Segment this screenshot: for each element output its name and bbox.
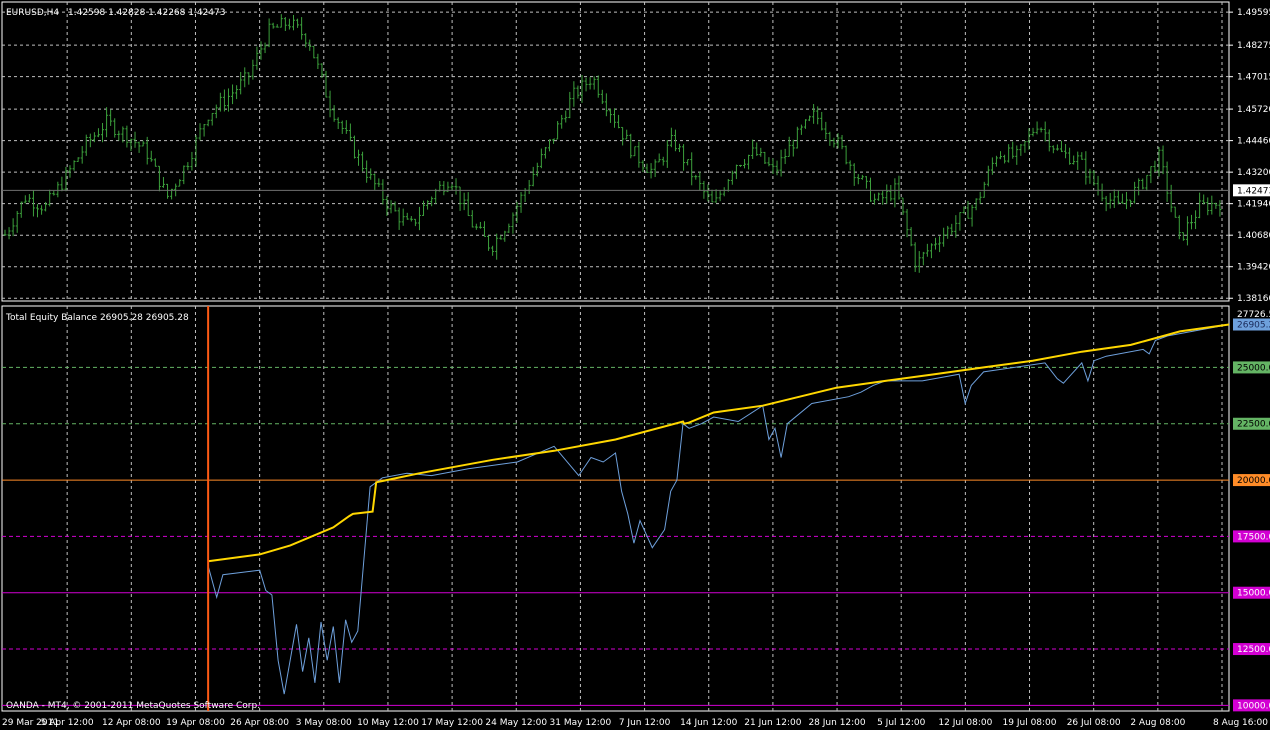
time-tick-label: 26 Apr 08:00 — [230, 718, 289, 728]
price-tick-label: 1.43200 — [1237, 168, 1270, 178]
time-tick-label: 12 Apr 08:00 — [102, 718, 161, 728]
price-tick-label: 1.39420 — [1237, 263, 1270, 273]
time-tick-label: 31 May 12:00 — [550, 718, 612, 728]
price-tick-label: 1.47015 — [1237, 73, 1270, 83]
price-tick-label: 1.44460 — [1237, 137, 1270, 147]
time-tick-label: 8 Aug 16:00 — [1213, 718, 1268, 728]
price-tick-label: 1.40680 — [1237, 231, 1270, 241]
current-price-label: 1.42473 — [1237, 186, 1270, 196]
time-tick-label: 12 Jul 08:00 — [938, 718, 992, 728]
time-tick-label: 21 Jun 12:00 — [744, 718, 801, 728]
indicator-tick-label: 25000.0 — [1237, 363, 1270, 373]
time-tick-label: 7 Jun 12:00 — [619, 718, 671, 728]
time-axis: 29 Mar 20115 Apr 12:00 12 Apr 08:00 19 Apr… — [2, 718, 1268, 728]
time-tick-label: 24 May 12:00 — [485, 718, 547, 728]
indicator-title: Total Equity Balance 26905.28 26905.28 — [5, 313, 189, 323]
time-tick-label: 3 May 08:00 — [296, 718, 352, 728]
indicator-tick-label: 27726.5 — [1237, 310, 1270, 320]
symbol-title: EURUSD,H4 — [6, 8, 59, 18]
indicator-tick-label: 12500.0 — [1237, 645, 1270, 655]
chart-canvas[interactable]: 1.49595 1.48275 1.47015 1.45720 1.44460 1.432… — [0, 0, 1270, 730]
price-tick-label: 1.45720 — [1237, 105, 1270, 115]
ohlc-readout: 1.42598 1.42828 1.42268 1.42473 — [68, 8, 225, 18]
copyright-text: OANDA - MT4, © 2001-2011 MetaQuotes Soft… — [6, 701, 260, 711]
indicator-tick-label: 10000.0 — [1237, 701, 1270, 711]
price-tick-label: 1.48275 — [1237, 41, 1270, 51]
time-tick-label: 10 May 12:00 — [357, 718, 419, 728]
indicator-tick-label: 22500.0 — [1237, 420, 1270, 430]
indicator-tick-label: 15000.0 — [1237, 589, 1270, 599]
indicator-tick-label: 20000.0 — [1237, 476, 1270, 486]
price-tick-label: 1.49595 — [1237, 8, 1270, 18]
time-tick-label: 14 Jun 12:00 — [680, 718, 737, 728]
time-tick-label: 28 Jun 12:00 — [808, 718, 865, 728]
time-tick-label: 5 Jul 12:00 — [877, 718, 926, 728]
indicator-tick-label: 17500.0 — [1237, 532, 1270, 542]
balance-value-label: 26905.2 — [1237, 321, 1270, 331]
price-tick-label: 1.41940 — [1237, 200, 1270, 210]
price-tick-label: 1.38160 — [1237, 294, 1270, 304]
time-tick-label: 19 Jul 08:00 — [1003, 718, 1057, 728]
time-tick-label: 26 Jul 08:00 — [1067, 718, 1121, 728]
time-tick-label: 5 Apr 12:00 — [41, 718, 94, 728]
time-tick-label: 2 Aug 08:00 — [1130, 718, 1185, 728]
time-tick-label: 19 Apr 08:00 — [166, 718, 225, 728]
time-tick-label: 17 May 12:00 — [421, 718, 483, 728]
